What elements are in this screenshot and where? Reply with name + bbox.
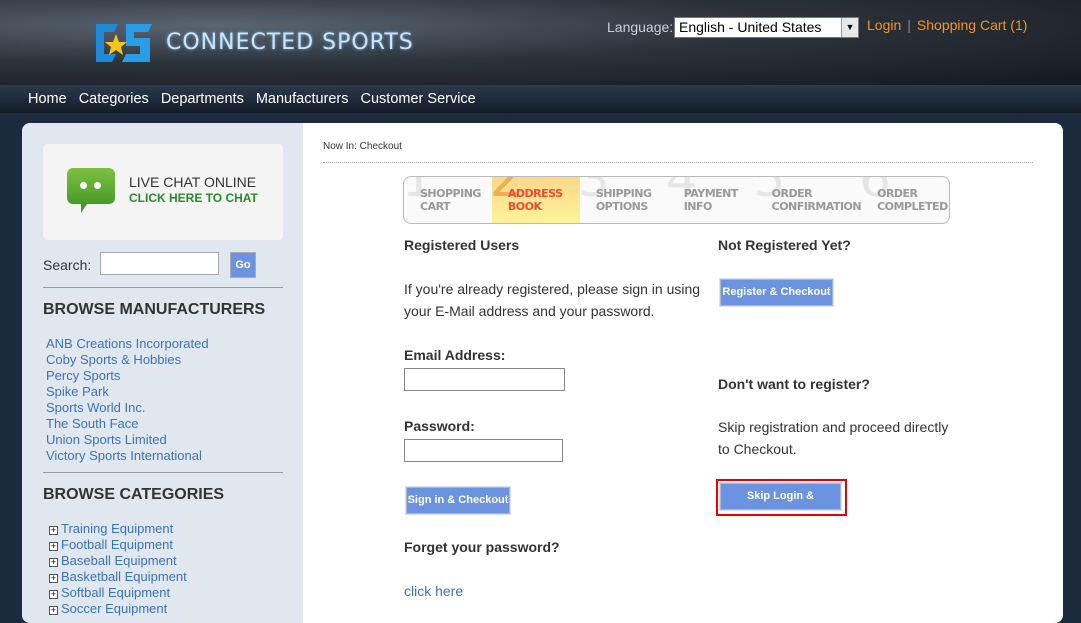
nav-categories[interactable]: Categories [79, 91, 149, 107]
manufacturer-link[interactable]: Percy Sports [46, 368, 209, 384]
manufacturer-link[interactable]: ANB Creations Incorporated [46, 336, 209, 352]
manufacturer-link[interactable]: The South Face [46, 416, 209, 432]
skip-login-checkout-button[interactable]: Skip Login & Checkout [720, 483, 841, 527]
manufacturer-link[interactable]: Spike Park [46, 384, 209, 400]
category-link[interactable]: Training Equipment [61, 521, 173, 536]
step-shipping-options: 3 SHIPPING OPTIONS [577, 176, 652, 213]
expand-icon[interactable]: + [49, 590, 58, 599]
expand-icon[interactable]: + [49, 558, 58, 567]
manufacturer-link[interactable]: Union Sports Limited [46, 432, 209, 448]
category-item[interactable]: + Football Equipment [49, 537, 187, 553]
nav-manufacturers[interactable]: Manufacturers [256, 91, 349, 107]
shopping-cart-link[interactable]: Shopping Cart (1) [917, 17, 1028, 33]
search-go-button[interactable]: Go [230, 252, 256, 278]
manufacturers-heading: BROWSE MANUFACTURERS [43, 301, 266, 318]
expand-icon[interactable]: + [49, 526, 58, 535]
content-panel: LIVE CHAT ONLINE CLICK HERE TO CHAT Sear… [22, 123, 1063, 623]
language-value: English - United States [679, 19, 822, 35]
language-select[interactable]: English - United States ▼ [674, 17, 859, 38]
chat-title: LIVE CHAT ONLINE [129, 174, 257, 190]
categories-list: + Training Equipment + Football Equipment … [49, 521, 187, 617]
search-input[interactable] [100, 252, 219, 275]
live-chat-banner[interactable]: LIVE CHAT ONLINE CLICK HERE TO CHAT [43, 144, 283, 240]
checkout-steps: 1 SHOPPING CART 2 ADDRESS BOOK 3 SHIPPING OPTI… [403, 176, 950, 224]
connected-sports-logo[interactable] [92, 20, 154, 66]
forgot-password-link[interactable]: click here [404, 583, 463, 599]
brand-name: CONNECTED SPORTS [166, 30, 414, 55]
registered-users-heading: Registered Users [404, 237, 520, 253]
category-item[interactable]: + Softball Equipment [49, 585, 187, 601]
password-label: Password: [404, 418, 475, 434]
manufacturer-link[interactable]: Sports World Inc. [46, 400, 209, 416]
registered-users-text: If you're already registered, please sig… [404, 281, 701, 319]
search-label: Search: [43, 257, 92, 273]
nav-home[interactable]: Home [28, 91, 67, 107]
category-link[interactable]: Basketball Equipment [61, 569, 187, 584]
not-registered-heading: Not Registered Yet? [718, 237, 851, 253]
chevron-down-icon: ▼ [841, 18, 858, 37]
nav-departments[interactable]: Departments [161, 91, 244, 107]
step-order-completed: 6 ORDER COMPLETED [859, 176, 948, 213]
language-label: Language: [607, 19, 674, 35]
divider: | [907, 17, 911, 33]
no-register-heading: Don't want to register? [718, 376, 870, 392]
sign-in-checkout-button[interactable]: Sign in & Checkout [406, 487, 510, 514]
site-header: CONNECTED SPORTS Language: English - Uni… [0, 0, 1081, 85]
category-item[interactable]: + Soccer Equipment [49, 601, 187, 617]
expand-icon[interactable]: + [49, 574, 58, 583]
main-nav: Home Categories Departments Manufacturer… [0, 85, 1081, 113]
manufacturers-list: ANB Creations Incorporated Coby Sports &… [46, 336, 209, 464]
forgot-password-heading: Forget your password? [404, 539, 560, 555]
breadcrumb: Now In: Checkout [323, 141, 402, 152]
nav-customer-service[interactable]: Customer Service [361, 91, 476, 107]
category-link[interactable]: Football Equipment [61, 537, 173, 552]
manufacturer-link[interactable]: Coby Sports & Hobbies [46, 352, 209, 368]
chat-bubble-icon [67, 168, 115, 213]
category-item[interactable]: + Training Equipment [49, 521, 187, 537]
category-item[interactable]: + Baseball Equipment [49, 553, 187, 569]
step-shopping-cart: 1 SHOPPING CART [403, 176, 481, 213]
divider [323, 162, 1033, 163]
no-register-text: Skip registration and proceed directly t… [718, 419, 949, 457]
step-order-confirmation: 5 ORDER CONFIRMATION [753, 176, 862, 213]
categories-heading: BROWSE CATEGORIES [43, 486, 225, 503]
divider [43, 287, 283, 288]
email-label: Email Address: [404, 347, 506, 363]
chat-cta: CLICK HERE TO CHAT [129, 191, 258, 205]
category-link[interactable]: Baseball Equipment [61, 553, 177, 568]
category-link[interactable]: Softball Equipment [61, 585, 170, 600]
step-payment-info: 4 PAYMENT INFO [665, 176, 739, 213]
divider [43, 472, 283, 473]
login-link[interactable]: Login [867, 17, 901, 33]
step-address-book: 2 ADDRESS BOOK [490, 177, 580, 223]
manufacturer-link[interactable]: Victory Sports International [46, 448, 209, 464]
email-input[interactable] [404, 368, 565, 391]
register-checkout-button[interactable]: Register & Checkout [720, 279, 833, 306]
sidebar: LIVE CHAT ONLINE CLICK HERE TO CHAT Sear… [22, 123, 303, 623]
expand-icon[interactable]: + [49, 542, 58, 551]
category-item[interactable]: + Basketball Equipment [49, 569, 187, 585]
password-input[interactable] [404, 439, 563, 462]
